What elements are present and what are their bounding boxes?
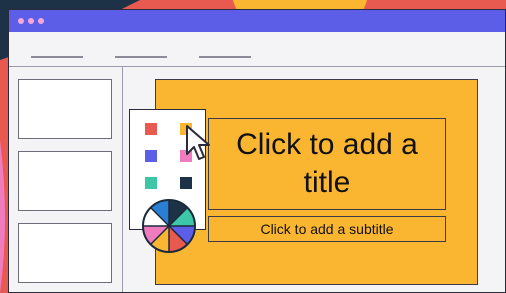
title-placeholder-text: Click to add a title [236,128,418,199]
window-dot[interactable] [38,18,44,24]
toolbar-item[interactable] [115,56,167,58]
window-dot[interactable] [18,18,24,24]
toolbar [9,32,505,67]
slide-thumbnails-panel [9,67,123,292]
subtitle-placeholder[interactable]: Click to add a subtitle [208,216,446,242]
color-swatch-coral[interactable] [145,123,157,135]
subtitle-placeholder-text: Click to add a subtitle [260,221,394,237]
toolbar-item[interactable] [31,56,83,58]
slide-thumbnail[interactable] [18,151,112,211]
color-wheel-spokes [144,201,194,251]
app-window: Click to add a title Click to add a subt… [8,9,506,293]
color-swatch-blue[interactable] [145,150,157,162]
arrow-cursor-icon [186,125,210,160]
title-placeholder[interactable]: Click to add a title [208,118,446,210]
slide-thumbnail[interactable] [18,79,112,139]
toolbar-item[interactable] [199,56,251,58]
color-swatch-green[interactable] [145,177,157,189]
color-swatch-navy[interactable] [180,177,192,189]
color-wheel-icon[interactable] [142,199,196,253]
title-bar [9,10,505,32]
slide-thumbnail[interactable] [18,223,112,283]
window-dot[interactable] [28,18,34,24]
